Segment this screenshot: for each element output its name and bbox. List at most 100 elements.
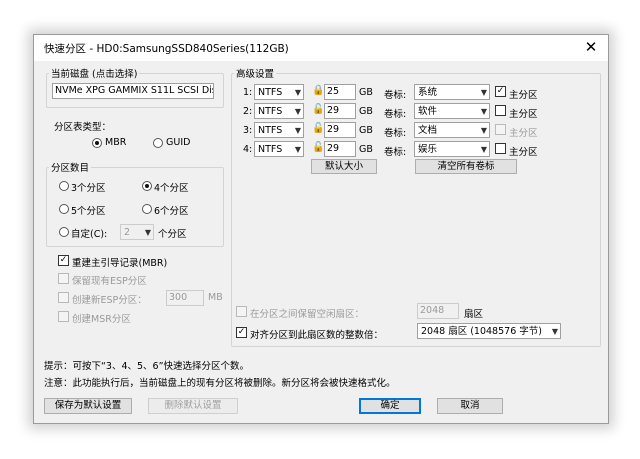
row-4-primary-label[interactable]: 主分区	[509, 144, 538, 158]
row-3-size-input[interactable]: 29	[324, 122, 356, 138]
count-4-radio[interactable]	[142, 181, 152, 191]
custom-count-select[interactable]: 2 ▼	[120, 224, 154, 240]
row-2-fs-value: NTFS	[258, 106, 283, 117]
row-1-size-input[interactable]: 25	[324, 84, 356, 100]
create-esp-label[interactable]: 创建新ESP分区：	[72, 292, 147, 306]
reserve-gap-label[interactable]: 在分区之间保留空闲扇区：	[250, 306, 364, 320]
align-select[interactable]: 2048 扇区 (1048576 字节) ▼	[417, 323, 561, 339]
current-disk-field[interactable]: NVMe XPG GAMMIX S11L SCSI Disk	[52, 83, 214, 99]
unlock-icon[interactable]: 🔓	[312, 123, 324, 134]
rebuild-mbr-label[interactable]: 重建主引导记录(MBR)	[72, 255, 167, 269]
count-5-radio[interactable]	[59, 204, 69, 214]
count-3-label[interactable]: 3个分区	[71, 180, 106, 194]
row-1-fs-select[interactable]: NTFS ▼	[254, 84, 304, 100]
advanced-settings-label: 高级设置	[234, 66, 277, 80]
row-1-primary-checkbox[interactable]: ✓	[495, 86, 506, 97]
row-2-primary-checkbox[interactable]	[495, 105, 506, 116]
rebuild-mbr-checkbox[interactable]: ✓	[58, 255, 69, 266]
row-1-size-value: 25	[327, 86, 340, 97]
row-3-volume-value: 文档	[418, 125, 438, 136]
chevron-down-icon: ▼	[480, 107, 487, 116]
esp-unit: MB	[208, 292, 223, 303]
unlock-icon[interactable]: 🔓	[312, 142, 324, 153]
reserve-gap-checkbox[interactable]	[236, 306, 247, 317]
row-4-fs-value: NTFS	[258, 144, 283, 155]
create-esp-checkbox[interactable]	[58, 292, 69, 303]
row-2-volume-value: 软件	[418, 106, 438, 117]
align-value: 2048 扇区 (1048576 字节)	[421, 326, 542, 337]
guid-label[interactable]: GUID	[166, 137, 190, 148]
lock-icon[interactable]: 🔒	[312, 85, 324, 96]
row-4-volume-value: 娱乐	[418, 144, 438, 155]
esp-size-value: 300	[169, 292, 188, 303]
count-5-label[interactable]: 5个分区	[71, 203, 106, 217]
close-icon[interactable]: ✕	[582, 37, 600, 57]
partition-table-label: 分区表类型：	[54, 122, 112, 133]
reserve-gap-unit: 扇区	[464, 309, 484, 320]
count-custom-radio[interactable]	[59, 227, 69, 237]
reserve-gap-input[interactable]: 2048	[417, 303, 459, 319]
save-default-button[interactable]: 保存为默认设置	[44, 398, 132, 414]
keep-esp-checkbox[interactable]	[58, 273, 69, 284]
row-2-volume-label: 卷标:	[384, 109, 407, 120]
row-2-fs-select[interactable]: NTFS ▼	[254, 103, 304, 119]
row-1-unit: GB	[359, 87, 373, 98]
row-3-volume-select[interactable]: 文档 ▼	[414, 122, 490, 138]
chevron-down-icon: ▼	[294, 145, 301, 154]
custom-count-suffix: 个分区	[158, 229, 187, 240]
unlock-icon[interactable]: 🔓	[312, 104, 324, 115]
default-size-button[interactable]: 默认大小	[311, 159, 377, 174]
tip-text: 提示：可按下“3、4、5、6”快速选择分区个数。	[44, 361, 250, 372]
keep-esp-label[interactable]: 保留现有ESP分区	[72, 273, 147, 287]
row-3-fs-select[interactable]: NTFS ▼	[254, 122, 304, 138]
chevron-down-icon: ▼	[294, 107, 301, 116]
create-msr-label[interactable]: 创建MSR分区	[72, 311, 131, 325]
row-4-primary-checkbox[interactable]	[495, 143, 506, 154]
chevron-down-icon: ▼	[551, 327, 558, 336]
esp-size-input[interactable]: 300	[166, 290, 204, 306]
row-3-index: 3:	[243, 125, 253, 136]
row-4-index: 4:	[243, 144, 253, 155]
cancel-button[interactable]: 取消	[437, 398, 503, 414]
row-2-volume-select[interactable]: 软件 ▼	[414, 103, 490, 119]
row-1-volume-select[interactable]: 系统 ▼	[414, 84, 490, 100]
row-2-primary-label[interactable]: 主分区	[509, 106, 538, 120]
row-3-size-value: 29	[327, 124, 340, 135]
row-3-primary-checkbox[interactable]	[495, 124, 506, 135]
row-4-size-value: 29	[327, 143, 340, 154]
align-label[interactable]: 对齐分区到此扇区数的整数倍：	[250, 327, 383, 341]
mbr-label[interactable]: MBR	[105, 137, 126, 148]
row-4-fs-select[interactable]: NTFS ▼	[254, 141, 304, 157]
guid-radio[interactable]	[153, 138, 163, 148]
chevron-down-icon: ▼	[294, 126, 301, 135]
row-4-unit: GB	[359, 144, 373, 155]
row-4-volume-select[interactable]: 娱乐 ▼	[414, 141, 490, 157]
partition-count-label: 分区数目	[49, 160, 92, 174]
row-2-size-input[interactable]: 29	[324, 103, 356, 119]
row-1-index: 1:	[243, 87, 253, 98]
count-3-radio[interactable]	[59, 181, 69, 191]
ok-button[interactable]: 确定	[359, 398, 421, 414]
row-3-unit: GB	[359, 125, 373, 136]
reserve-gap-value: 2048	[420, 305, 445, 316]
row-4-volume-label: 卷标:	[384, 147, 407, 158]
row-4-size-input[interactable]: 29	[324, 141, 356, 157]
current-disk-value: NVMe XPG GAMMIX S11L SCSI Disk	[55, 85, 214, 96]
row-1-primary-label[interactable]: 主分区	[509, 87, 538, 101]
count-4-label[interactable]: 4个分区	[154, 180, 189, 194]
count-custom-label[interactable]: 自定(C):	[71, 226, 107, 240]
clear-labels-button[interactable]: 清空所有卷标	[415, 159, 517, 174]
mbr-radio[interactable]	[92, 138, 102, 148]
row-2-size-value: 29	[327, 105, 340, 116]
row-1-fs-value: NTFS	[258, 87, 283, 98]
delete-default-button[interactable]: 删除默认设置	[148, 398, 238, 414]
create-msr-checkbox[interactable]	[58, 311, 69, 322]
row-3-primary-label[interactable]: 主分区	[509, 125, 538, 139]
align-checkbox[interactable]: ✓	[236, 327, 247, 338]
count-6-radio[interactable]	[142, 204, 152, 214]
count-6-label[interactable]: 6个分区	[154, 203, 189, 217]
title-bar: 快速分区 - HD0:SamsungSSD840Series(112GB) ✕	[34, 35, 608, 61]
row-2-index: 2:	[243, 106, 253, 117]
row-3-fs-value: NTFS	[258, 125, 283, 136]
chevron-down-icon: ▼	[480, 145, 487, 154]
